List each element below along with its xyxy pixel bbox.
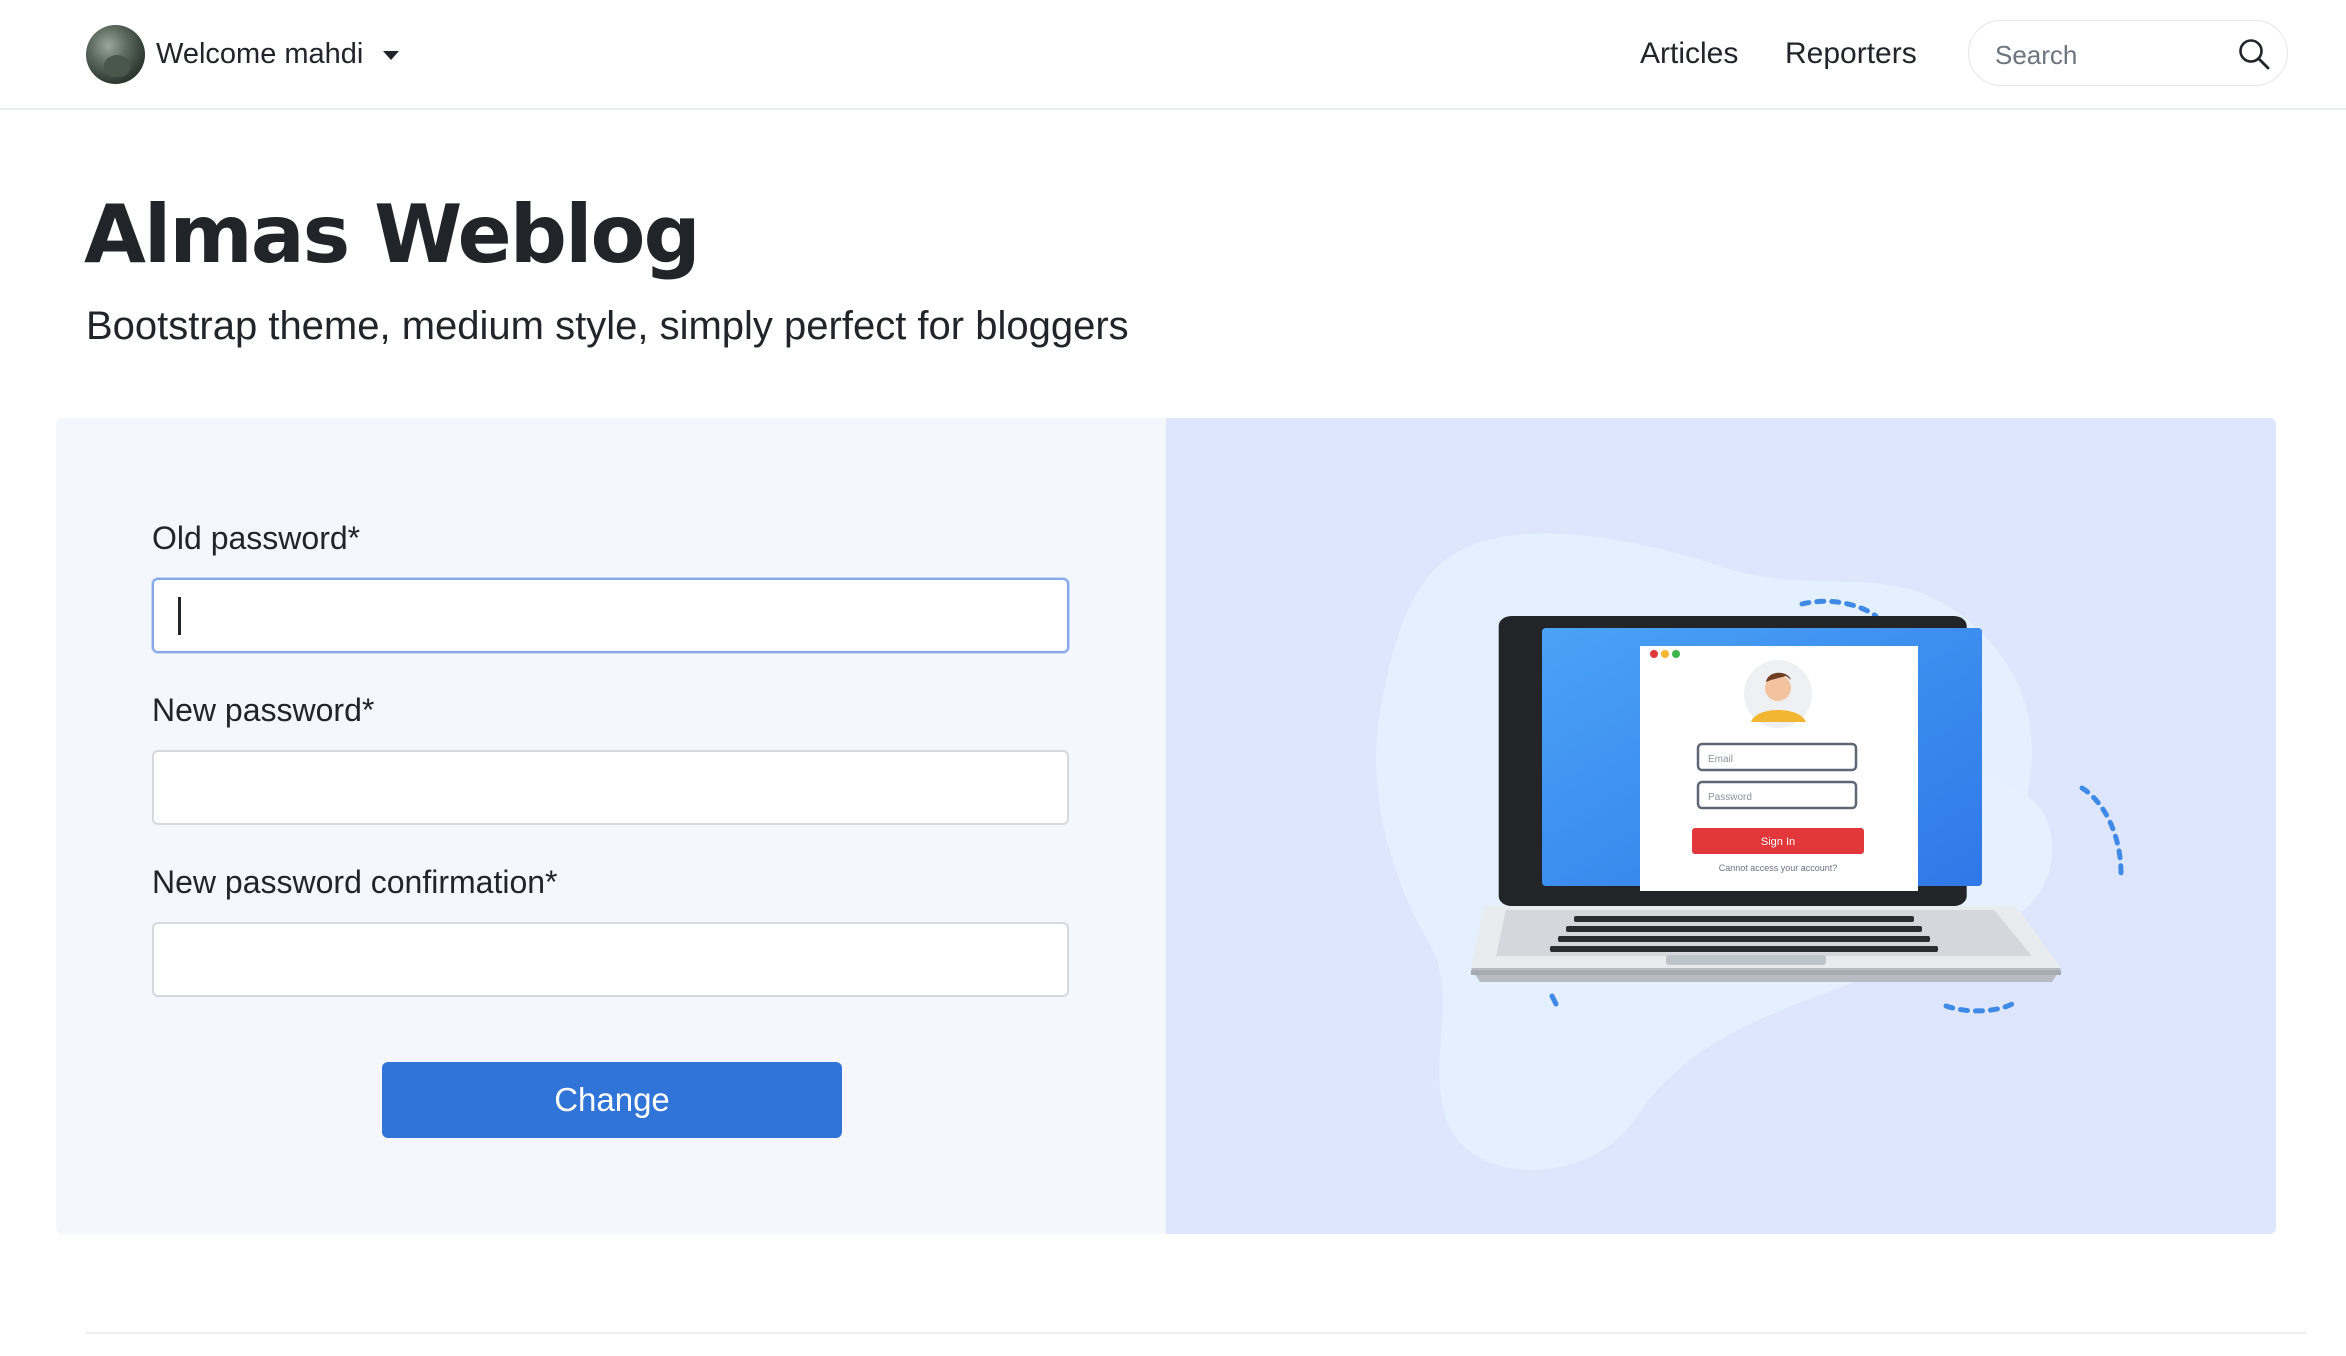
new-password-confirmation-label: New password confirmation* [152,864,558,900]
text-cursor [178,597,181,635]
avatar[interactable] [86,25,145,84]
nav-link-articles[interactable]: Articles [1640,32,1738,76]
user-menu-toggle[interactable]: Welcome mahdi [156,32,363,76]
page-title: Almas Weblog [84,188,701,281]
search-input[interactable] [1993,33,2227,77]
illustration-help-text: Cannot access your account? [1719,863,1838,873]
old-password-field[interactable] [152,578,1069,653]
illustration-email-text: Email [1708,754,1733,765]
search-box [1968,20,2288,86]
laptop-login-illustration: Email Password Sign In Cannot access you… [1376,533,2124,1171]
new-password-field[interactable] [152,750,1069,825]
old-password-label: Old password* [152,520,361,556]
new-password-label: New password* [152,692,375,728]
chevron-down-icon[interactable] [383,51,399,60]
change-button[interactable]: Change [382,1062,842,1138]
new-password-confirmation-field[interactable] [152,922,1069,997]
illustration-signin-text: Sign In [1761,836,1795,848]
illustration-panel: Email Password Sign In Cannot access you… [1166,418,2276,1234]
page-subtitle: Bootstrap theme, medium style, simply pe… [86,304,1129,348]
change-password-card: Old password* New password* New password… [56,418,2276,1234]
nav-link-reporters[interactable]: Reporters [1785,32,1917,76]
change-password-form: Old password* New password* New password… [56,418,1166,1234]
illustration-password-text: Password [1708,792,1752,803]
search-icon[interactable] [2237,37,2271,71]
top-navbar: Welcome mahdi Articles Reporters [0,0,2346,110]
footer-divider [86,1332,2306,1334]
